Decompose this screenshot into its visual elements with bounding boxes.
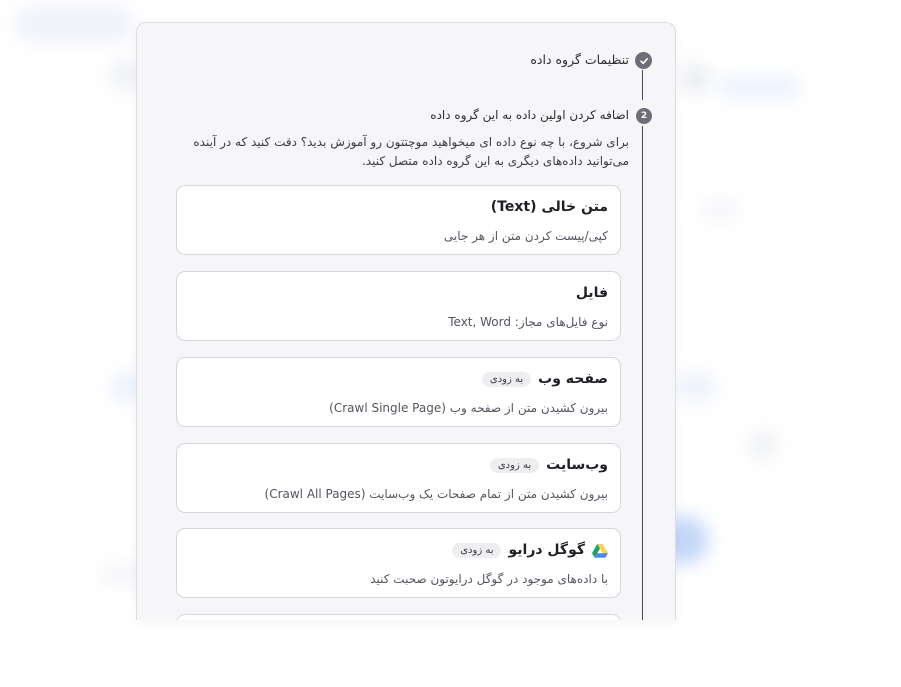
option-subtitle: بیرون کشیدن متن از صفحه وب (Crawl Single… bbox=[329, 401, 608, 415]
step-description: برای شروع، با چه نوع داده ای میخواهید مو… bbox=[159, 133, 629, 171]
option-title: صفحه وب bbox=[538, 371, 608, 387]
stepper-connector bbox=[642, 126, 643, 620]
option-title: فایل bbox=[575, 285, 608, 301]
step-2-title: اضافه کردن اولین داده به این گروه داده bbox=[430, 108, 629, 122]
coming-soon-badge: به زودی bbox=[489, 457, 540, 473]
option-card-more[interactable] bbox=[176, 614, 621, 620]
coming-soon-badge: به زودی bbox=[481, 371, 532, 387]
option-title: متن خالی (Text) bbox=[490, 199, 608, 215]
option-subtitle: بیرون کشیدن متن از تمام صفحات یک وب‌سایت… bbox=[264, 487, 609, 501]
option-card-header: صفحه وب به زودی bbox=[481, 371, 608, 387]
option-card-webpage[interactable]: صفحه وب به زودی بیرون کشیدن متن از صفحه … bbox=[176, 357, 621, 427]
step-2-number: 2 bbox=[636, 108, 652, 124]
option-card-text[interactable]: متن خالی (Text) کپی/پیست کردن متن از هر … bbox=[176, 185, 621, 255]
description-line: می‌توانید داده‌های دیگری به این گروه داد… bbox=[361, 154, 629, 168]
option-title: وب‌سایت bbox=[546, 457, 608, 473]
option-card-header: گوگل درایو به زودی bbox=[452, 542, 608, 558]
background-blob bbox=[700, 200, 740, 220]
data-group-wizard-panel: تنظیمات گروه داده 2 اضافه کردن اولین داد… bbox=[136, 22, 676, 620]
option-subtitle: نوع فایل‌های مجاز: Text, Word bbox=[448, 315, 608, 329]
background-blob bbox=[676, 372, 716, 402]
option-card-file[interactable]: فایل نوع فایل‌های مجاز: Text, Word bbox=[176, 271, 621, 341]
option-card-header: متن خالی (Text) bbox=[491, 199, 608, 215]
option-card-website[interactable]: وب‌سایت به زودی بیرون کشیدن متن از تمام … bbox=[176, 443, 621, 513]
screen: تنظیمات گروه داده 2 اضافه کردن اولین داد… bbox=[0, 0, 901, 687]
background-blob bbox=[680, 64, 710, 94]
background-blob bbox=[720, 76, 800, 98]
description-line: برای شروع، با چه نوع داده ای میخواهید مو… bbox=[193, 135, 629, 149]
step-1-title[interactable]: تنظیمات گروه داده bbox=[530, 52, 629, 67]
coming-soon-badge: به زودی bbox=[452, 542, 502, 558]
step-1-done-indicator bbox=[635, 52, 652, 69]
option-card-header: فایل bbox=[576, 285, 608, 301]
stepper-connector bbox=[642, 70, 643, 100]
option-card-header: وب‌سایت به زودی bbox=[489, 457, 608, 473]
option-subtitle: با داده‌های موجود در گوگل درایوتون صحبت … bbox=[370, 572, 608, 586]
background-blob bbox=[748, 430, 778, 460]
option-title: گوگل درایو bbox=[508, 542, 585, 558]
option-subtitle: کپی/پیست کردن متن از هر جایی bbox=[443, 229, 608, 243]
option-card-google-drive[interactable]: گوگل درایو به زودی با داده‌های موجود در … bbox=[176, 528, 621, 598]
background-blob bbox=[14, 6, 134, 42]
google-drive-icon bbox=[592, 543, 608, 558]
check-icon bbox=[639, 51, 649, 70]
